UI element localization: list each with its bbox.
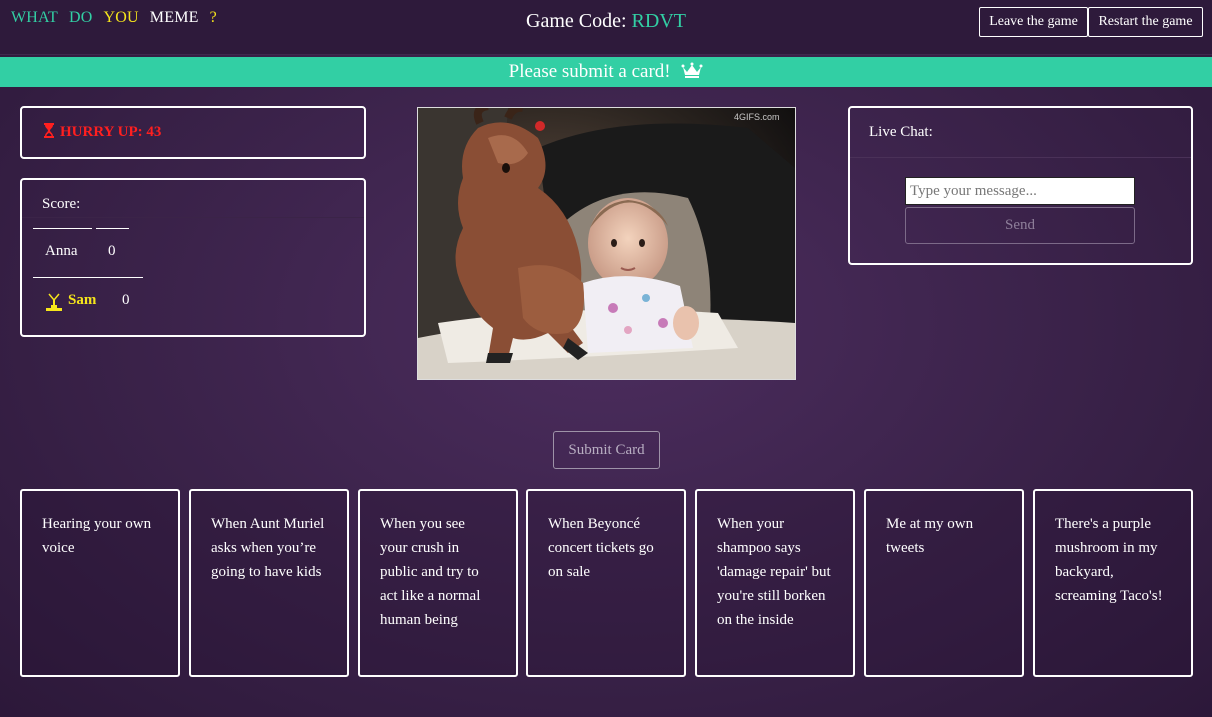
restart-game-button[interactable]: Restart the game [1088, 7, 1203, 37]
meme-card[interactable]: Hearing your own voice [20, 489, 180, 677]
top-bar: WHAT DO YOU MEME? Game Code: RDVT Leave the… [0, 0, 1212, 55]
score-table-rule [33, 277, 143, 278]
player-name: Anna [45, 243, 78, 259]
score-divider [22, 217, 364, 218]
score-title: Score: [42, 196, 81, 212]
judge-icon [45, 292, 63, 317]
score-table-rule [33, 228, 92, 229]
timer-panel: HURRY UP: 43 [20, 106, 366, 159]
timer-text-wrap: HURRY UP: 43 [44, 123, 161, 143]
leave-game-button[interactable]: Leave the game [979, 7, 1088, 37]
chat-divider [850, 157, 1191, 158]
score-panel: Score: Anna 0 Sam 0 [20, 178, 366, 337]
status-banner: Please submit a card! [0, 57, 1212, 87]
meme-gif: 4GIFS.com [417, 107, 796, 380]
send-button[interactable]: Send [905, 207, 1135, 244]
player-points: 0 [108, 243, 116, 259]
meme-card[interactable]: Me at my own tweets [864, 489, 1024, 677]
timer-text: HURRY UP: 43 [60, 124, 162, 140]
game-code-label: Game Code: [526, 10, 627, 32]
submit-card-button[interactable]: Submit Card [553, 431, 660, 469]
crown-icon [681, 58, 703, 88]
chat-panel: Live Chat: Send [848, 106, 1193, 265]
hourglass-icon [44, 123, 54, 143]
game-code-value: RDVT [631, 10, 686, 32]
score-table-rule [96, 228, 129, 229]
meme-card[interactable]: When your shampoo says 'damage repair' b… [695, 489, 855, 677]
gif-watermark: 4GIFS.com [734, 112, 780, 122]
chat-title: Live Chat: [869, 124, 933, 140]
player-points: 0 [122, 292, 130, 308]
meme-card[interactable]: When Aunt Muriel asks when you’re going … [189, 489, 349, 677]
banner-text: Please submit a card! [508, 61, 671, 82]
chat-message-input[interactable] [905, 177, 1135, 205]
meme-card[interactable]: There's a purple mushroom in my backyard… [1033, 489, 1193, 677]
meme-card[interactable]: When Beyoncé concert tickets go on sale [526, 489, 686, 677]
player-name: Sam [68, 292, 97, 308]
meme-card[interactable]: When you see your crush in public and tr… [358, 489, 518, 677]
